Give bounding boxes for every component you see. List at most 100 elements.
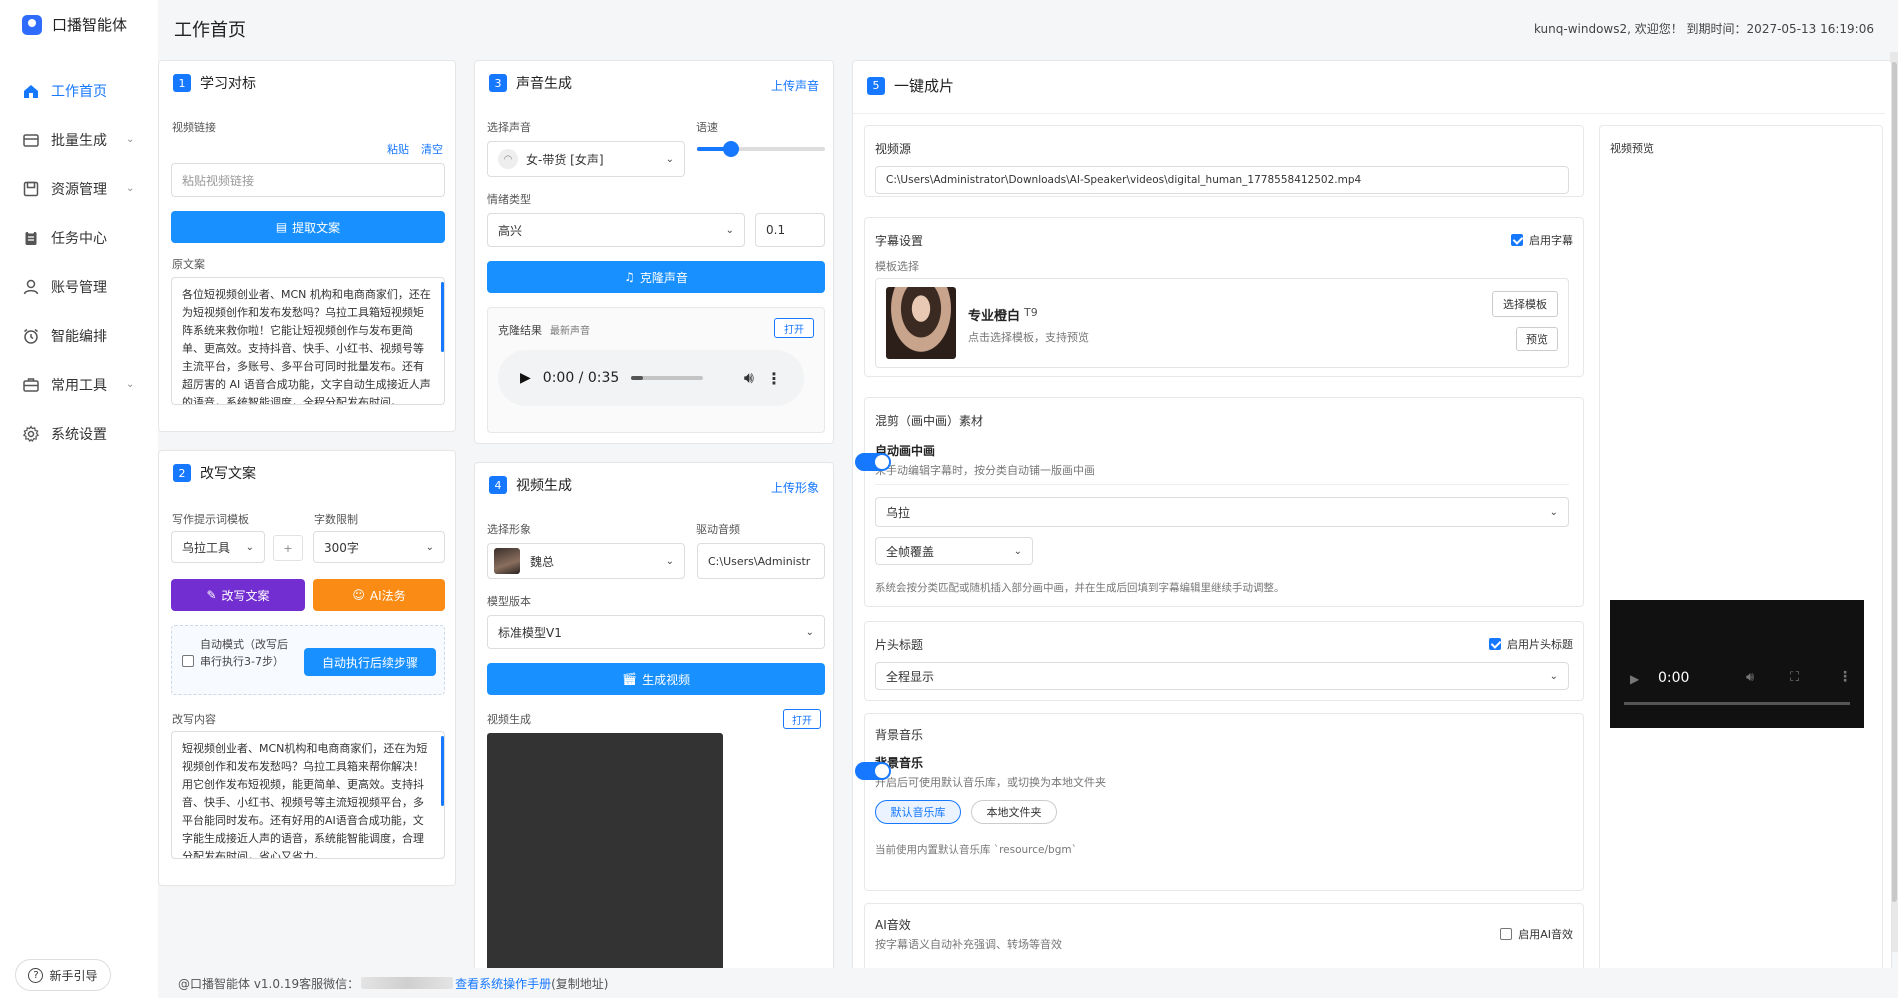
card-oneclick: 5 一键成片 视频源 C:\Users\Administrator\Downlo… <box>852 60 1892 973</box>
video-link-input[interactable]: 粘贴视频链接 <box>171 163 445 197</box>
audio-player: ▶ 0:00 / 0:35 🔊︎ ⋮ <box>498 350 804 406</box>
volume-icon[interactable]: 🔊︎ <box>744 368 754 388</box>
slider-handle[interactable] <box>723 141 739 157</box>
audio-progress[interactable] <box>631 376 704 380</box>
emotion-strength-input[interactable]: 0.1 <box>755 213 825 247</box>
open-video-button[interactable]: 打开 <box>783 709 821 729</box>
footer-prefix: @口播智能体 v1.0.19客服微信： <box>178 976 360 991</box>
more-options-icon[interactable]: ⋮ <box>766 369 782 388</box>
logo-icon <box>22 14 42 35</box>
model-select[interactable]: 标准模型V1 ⌄ <box>487 615 825 649</box>
paste-link[interactable]: 粘贴 <box>387 141 409 157</box>
generated-video[interactable] <box>487 733 723 973</box>
sidebar-item-7[interactable]: 系统设置 <box>0 409 158 458</box>
sidebar: 口播智能体 工作首页 批量生成 ⌄ 资源管理 ⌄ 任务中心 账号管理 智能编排 常用工具 ⌄ 系统设… <box>0 0 158 998</box>
volume-icon[interactable]: 🔊︎ <box>1746 670 1754 685</box>
chevron-down-icon: ⌄ <box>425 541 434 553</box>
avatar-label: 选择形象 <box>487 523 531 536</box>
open-result-button[interactable]: 打开 <box>774 318 814 338</box>
step-number: 4 <box>489 476 507 494</box>
driver-audio-input[interactable]: C:\Users\Administr <box>697 543 825 579</box>
preview-progress[interactable] <box>1624 702 1850 705</box>
auto-mode-text: 自动模式（改写后串行执行3-7步） <box>200 638 288 668</box>
preview-title: 视频预览 <box>1610 142 1654 155</box>
clapper-icon: 🎬︎ <box>621 672 638 686</box>
ai-sfx-checkbox[interactable] <box>1500 928 1513 940</box>
manual-link[interactable]: 查看系统操作手册 <box>455 975 551 992</box>
bgm-local-pill[interactable]: 本地文件夹 <box>971 800 1057 824</box>
card-title: 一键成片 <box>894 77 955 95</box>
avatar-select[interactable]: 魏总 ⌄ <box>487 543 685 579</box>
select-template-button[interactable]: 选择模板 <box>1492 291 1558 317</box>
extract-text-button[interactable]: ▤ 提取文案 <box>171 211 445 243</box>
mix-category-select[interactable]: 乌拉 ⌄ <box>875 497 1569 527</box>
head-title-toggle[interactable]: 启用片头标题 <box>1489 636 1573 652</box>
sidebar-item-0[interactable]: 工作首页 <box>0 66 158 115</box>
chevron-down-icon: ⌄ <box>126 183 135 194</box>
upload-avatar-link[interactable]: 上传形象 <box>771 479 819 496</box>
textarea-scrollbar[interactable] <box>441 282 444 352</box>
clone-voice-button[interactable]: ♫ 克隆声音 <box>487 261 825 293</box>
sidebar-item-2[interactable]: 资源管理 ⌄ <box>0 164 158 213</box>
subtitle-section: 字幕设置 启用字幕 模板选择 专业橙白 T9 点击选择模板，支持预览 选择模板 … <box>864 217 1584 377</box>
ai-legal-button[interactable]: ☺ AI法务 <box>313 579 445 611</box>
speed-slider[interactable] <box>697 141 825 157</box>
more-options-icon[interactable]: ⋮ <box>1838 669 1852 685</box>
rewrite-content-area[interactable]: 短视频创业者、MCN机构和电商商家们，还在为短视频创作和发布发愁吗？乌拉工具箱来… <box>171 731 445 859</box>
template-label: 模板选择 <box>875 260 919 273</box>
word-limit-select[interactable]: 300字 ⌄ <box>313 531 445 563</box>
chevron-down-icon: ⌄ <box>126 379 135 390</box>
bgm-current: 当前使用内置默认音乐库 `resource/bgm` <box>875 844 1077 856</box>
fullscreen-icon[interactable]: ⛶ <box>1790 670 1799 685</box>
head-title-select[interactable]: 全程显示 ⌄ <box>875 662 1569 690</box>
mix-note: 系统会按分类匹配或随机插入部分画中画，并在生成后回填到字幕编辑里继续手动调整。 <box>875 582 1285 594</box>
card-voice: 3 声音生成 上传声音 选择声音 语速 ◠ 女-带货 [女声] ⌄ 情绪类型 高兴… <box>474 60 834 444</box>
bgm-default-pill[interactable]: 默认音乐库 <box>875 800 961 824</box>
video-source-input[interactable]: C:\Users\Administrator\Downloads\AI-Spea… <box>875 166 1569 194</box>
play-icon[interactable]: ▶ <box>1630 672 1639 686</box>
sidebar-item-1[interactable]: 批量生成 ⌄ <box>0 115 158 164</box>
rewrite-button[interactable]: ✎ 改写文案 <box>171 579 305 611</box>
audio-time: 0:00 / 0:35 <box>542 370 620 386</box>
clear-link[interactable]: 清空 <box>421 141 443 157</box>
voice-select[interactable]: ◠ 女-带货 [女声] ⌄ <box>487 141 685 177</box>
generate-video-button[interactable]: 🎬︎ 生成视频 <box>487 663 825 695</box>
avatar-thumb <box>494 548 520 574</box>
auto-mode-checkbox[interactable] <box>182 655 194 667</box>
upload-voice-link[interactable]: 上传声音 <box>771 77 819 94</box>
guide-button[interactable]: ? 新手引导 <box>15 959 111 991</box>
auto-pip-toggle[interactable] <box>855 453 891 471</box>
prompt-template-select[interactable]: 乌拉工具 ⌄ <box>171 531 265 563</box>
preview-template-button[interactable]: 预览 <box>1516 327 1558 351</box>
briefcase-icon <box>22 376 40 394</box>
add-template-button[interactable]: + <box>273 535 303 561</box>
sidebar-item-6[interactable]: 常用工具 ⌄ <box>0 360 158 409</box>
emotion-select[interactable]: 高兴 ⌄ <box>487 213 745 247</box>
bgm-toggle[interactable] <box>855 762 891 780</box>
clipboard-icon: ▤ <box>275 220 288 234</box>
mix-section: 混剪（画中画）素材 自动画中画 未手动编辑字幕时，按分类自动铺一版画中画 乌拉 ⌄… <box>855 397 1584 607</box>
sidebar-item-label: 智能编排 <box>51 328 107 345</box>
sidebar-item-label: 资源管理 <box>51 181 107 198</box>
preview-video-player[interactable]: ▶ 0:00 🔊︎ ⛶ ⋮ <box>1610 600 1864 728</box>
play-icon[interactable]: ▶ <box>520 370 531 386</box>
original-text-area[interactable]: 各位短视频创业者、MCN 机构和电商商家们，还在为短视频创作和发布发愁吗？乌拉工… <box>171 277 445 405</box>
sidebar-item-4[interactable]: 账号管理 <box>0 262 158 311</box>
ai-sfx-toggle[interactable]: 启用AI音效 <box>1500 926 1573 942</box>
sidebar-item-label: 工作首页 <box>51 83 107 100</box>
subtitle-toggle[interactable]: 启用字幕 <box>1511 232 1573 248</box>
mix-mode-select[interactable]: 全帧覆盖 ⌄ <box>875 537 1033 565</box>
template-card[interactable]: 专业橙白 T9 点击选择模板，支持预览 选择模板 预览 <box>875 278 1569 368</box>
robot-icon: ☺ <box>352 588 365 602</box>
auto-run-button[interactable]: 自动执行后续步骤 <box>304 648 436 676</box>
template-thumbnail[interactable] <box>886 287 956 359</box>
head-title-checkbox[interactable] <box>1489 638 1501 650</box>
card-title: 改写文案 <box>200 466 256 482</box>
sidebar-item-3[interactable]: 任务中心 <box>0 213 158 262</box>
sidebar-item-label: 常用工具 <box>51 377 107 394</box>
sidebar-item-label: 任务中心 <box>51 230 107 247</box>
subtitle-checkbox[interactable] <box>1511 234 1523 246</box>
textarea-scrollbar[interactable] <box>441 736 444 806</box>
step-number: 3 <box>489 74 507 92</box>
sidebar-item-5[interactable]: 智能编排 <box>0 311 158 360</box>
